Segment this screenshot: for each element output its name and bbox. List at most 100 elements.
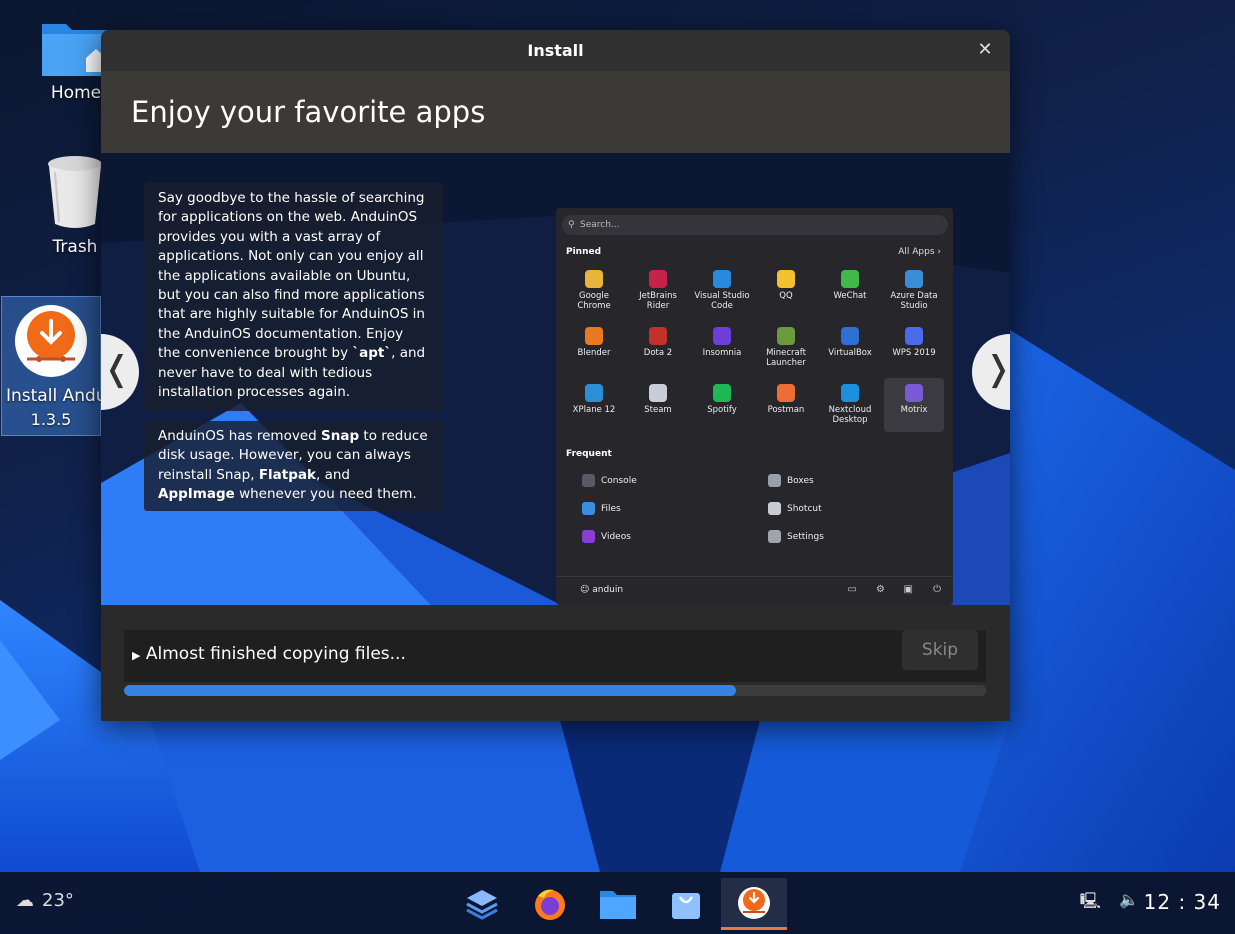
terminal-icon: ▣ [903,584,913,595]
desktop-icon-installer-version: 1.3.5 [30,410,72,429]
frequent-app-label: Files [601,503,621,514]
app-name: VirtualBox [820,348,880,358]
app-icon [713,384,731,402]
app-icon [713,327,731,345]
menu-app: Steam [628,378,688,432]
app-name-line1: Motrix [900,405,928,415]
skip-button[interactable]: Skip [902,630,978,670]
menu-app: JetBrains Rider [628,264,688,318]
weather-temperature: 23° [42,890,74,911]
app-icon [841,270,859,288]
app-name-line2: Rider [646,301,670,311]
app-name: Postman [756,405,816,415]
slide-text-apps-part1: Say goodbye to the hassle of searching f… [158,190,425,362]
app-name-line1: QQ [779,291,793,301]
app-name: JetBrains Rider [628,291,688,311]
frequent-app: Boxes [768,474,814,487]
app-name-line1: VirtualBox [828,348,872,358]
slide-text-flatpak: Flatpak [258,466,316,483]
network-icon[interactable]: 🖳 [1080,890,1101,917]
app-icon [905,384,923,402]
app-name-line2: Code [711,301,733,311]
app-name: Azure Data Studio [884,291,944,311]
search-icon: ⚲ [568,220,575,230]
app-name-line1: Nextcloud [828,405,872,415]
dialog-titlebar[interactable]: Install ✕ [101,30,1010,71]
slide-heading-band: Enjoy your favorite apps [101,71,1010,153]
menu-app: VirtualBox [820,321,880,375]
menu-app: Minecraft Launcher [756,321,816,375]
frequent-app-label: Boxes [787,475,814,486]
app-icon [582,530,595,543]
app-name: Visual Studio Code [692,291,752,311]
app-icon [768,502,781,515]
app-name: Nextcloud Desktop [820,405,880,425]
app-name: Insomnia [692,348,752,358]
menu-app: Postman [756,378,816,432]
taskbar-task-view[interactable] [449,878,515,930]
slide-heading: Enjoy your favorite apps [131,95,486,129]
weather-widget[interactable]: ☁ 23° [16,890,74,911]
menu-app: Motrix [884,378,944,432]
menu-app: WeChat [820,264,880,318]
app-name-line1: Google [579,291,609,301]
app-icon [777,384,795,402]
slide-text-apt: `apt` [352,345,392,362]
menu-app: Nextcloud Desktop [820,378,880,432]
menu-user: ☺ anduin [580,585,624,595]
clock[interactable]: 12 : 34 [1144,890,1221,914]
firefox-icon [535,889,565,920]
app-icon [777,270,795,288]
app-name: Dota 2 [628,348,688,358]
menu-app: Visual Studio Code [692,264,752,318]
status-label: Almost finished copying files... [145,644,406,664]
taskbar-installer[interactable] [721,878,787,930]
menu-app: Blender [564,321,624,375]
app-name: Spotify [692,405,752,415]
slide-text-snap-part4: whenever you need them. [234,486,417,503]
taskbar-store[interactable] [653,878,719,930]
app-name-line1: Dota 2 [643,348,673,358]
menu-bottom-bar: ☺ anduin ▭ ⚙ ▣ ⏻ [556,576,953,605]
settings-icon: ⚙ [876,584,885,595]
app-name: XPlane 12 [564,405,624,415]
app-name: WeChat [820,291,880,301]
close-icon[interactable]: ✕ [974,39,996,61]
expander-arrow-icon: ▶ [132,649,141,662]
store-bag-icon [672,893,700,919]
desktop-icon-installer[interactable]: Install Andu 1.3.5 [1,296,107,436]
app-icon [585,384,603,402]
status-expander[interactable]: ▶ Almost finished copying files... Skip [124,630,986,682]
frequent-app-label: Videos [601,531,631,542]
slide-text-apps: Say goodbye to the hassle of searching f… [144,183,443,411]
start-menu-preview: ⚲ Search... Pinned All Apps › Google Chro… [556,208,953,605]
app-icon [777,327,795,345]
app-name: QQ [756,291,816,301]
frequent-app: Settings [768,530,824,543]
dialog-title: Install [527,41,584,60]
install-progress-area: ▶ Almost finished copying files... Skip [101,605,1010,721]
trash-icon [48,156,102,228]
volume-icon[interactable]: 🔈 [1119,890,1139,909]
taskbar-firefox[interactable] [517,878,583,930]
app-icon [841,327,859,345]
menu-app: WPS 2019 [884,321,944,375]
frequent-app-label: Console [601,475,637,486]
app-name: WPS 2019 [884,348,944,358]
frequent-app: Videos [582,530,631,543]
menu-app: Dota 2 [628,321,688,375]
frequent-app: Files [582,502,621,515]
app-icon [649,384,667,402]
taskbar-files[interactable] [585,878,651,930]
menu-search-placeholder: Search... [580,220,620,230]
menu-username: anduin [592,585,624,595]
menu-all-apps: All Apps › [898,247,941,257]
app-name-line2: Desktop [832,415,868,425]
taskbar: ☁ 23° 🖳 🔈 12: 34 [0,872,1235,934]
frequent-app: Console [582,474,637,487]
installer-icon [15,305,87,377]
app-name: Steam [628,405,688,415]
app-name-line1: Postman [767,405,805,415]
slide-text-snap-part3: , and [315,466,350,483]
slide-text-snap-word: Snap [321,428,360,444]
